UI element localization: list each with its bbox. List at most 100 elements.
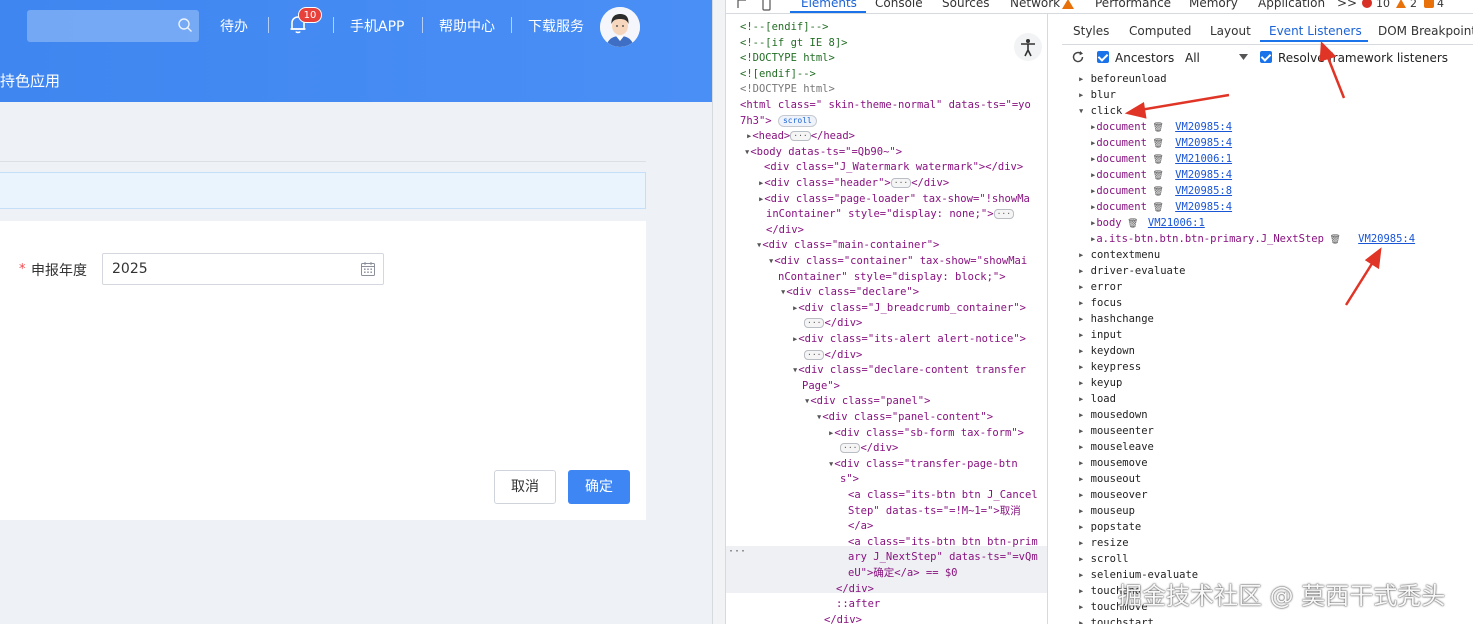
- dom-head-node[interactable]: ▸<head> ··· </head>: [746, 129, 855, 145]
- dom-div-node[interactable]: </div>: [836, 582, 874, 598]
- expand-triangle-icon[interactable]: ▸: [1078, 89, 1091, 101]
- click-listener-row[interactable]: ▸document 🗑 VM20985:8: [1090, 185, 1232, 197]
- click-listener-row[interactable]: ▸document 🗑 VM20985:4: [1090, 121, 1232, 133]
- dom-html-node[interactable]: 7h3"> scroll: [740, 114, 817, 130]
- tab-memory[interactable]: Memory: [1189, 0, 1238, 10]
- dom-div-node[interactable]: </div>: [824, 613, 862, 624]
- listener-source-link[interactable]: VM20985:4: [1175, 201, 1232, 213]
- expand-triangle-icon[interactable]: ▸: [1078, 281, 1091, 293]
- dom-doctype-line[interactable]: <!DOCTYPE html>: [740, 82, 835, 98]
- expand-triangle-icon[interactable]: ▸: [1078, 425, 1091, 437]
- expand-triangle-icon[interactable]: ▸: [1078, 377, 1091, 389]
- dom-div-node[interactable]: ▸<div class="header"> ··· </div>: [758, 176, 949, 192]
- expand-triangle-icon[interactable]: ▸: [1078, 313, 1091, 325]
- device-toolbar-icon[interactable]: [762, 0, 776, 14]
- event-type-row[interactable]: ▸ error: [1078, 281, 1122, 293]
- ancestors-checkbox[interactable]: [1097, 51, 1109, 63]
- listener-source-link[interactable]: VM20985:4: [1175, 121, 1232, 133]
- event-type-row[interactable]: ▸ mouseenter: [1078, 425, 1154, 437]
- expand-triangle-icon[interactable]: ▸: [1078, 521, 1091, 533]
- header-help-link[interactable]: 帮助中心: [439, 16, 495, 36]
- header-download-link[interactable]: 下载服务: [528, 16, 584, 36]
- event-type-row[interactable]: ▸ mousemove: [1078, 457, 1148, 469]
- event-type-row[interactable]: ▸ mousedown: [1078, 409, 1148, 421]
- dom-comment-line[interactable]: <![endif]-->: [740, 67, 816, 83]
- dom-div-node[interactable]: ▾<div class="declare-content transfer: [792, 363, 1026, 379]
- event-type-row[interactable]: ▸ mouseleave: [1078, 441, 1154, 453]
- tab-computed[interactable]: Computed: [1129, 24, 1191, 38]
- click-listener-row[interactable]: ▸document 🗑 VM21006:1: [1090, 153, 1232, 165]
- event-type-row[interactable]: ▸ scroll: [1078, 553, 1129, 565]
- warning-count[interactable]: 2: [1410, 0, 1417, 10]
- dom-a-node-selected[interactable]: eU">确定</a> == $0: [848, 566, 958, 582]
- dom-div-node[interactable]: inContainer" style="display: none;"> ···: [766, 207, 1015, 223]
- listener-source-link[interactable]: VM20985:4: [1358, 233, 1415, 245]
- event-type-row[interactable]: ▸ focus: [1078, 297, 1122, 309]
- devtools-resize-handle[interactable]: [712, 0, 726, 624]
- trash-icon[interactable]: 🗑: [1324, 235, 1346, 245]
- expand-triangle-icon[interactable]: ▸: [1078, 601, 1091, 613]
- event-type-row[interactable]: ▾ click: [1078, 105, 1122, 117]
- trash-icon[interactable]: 🗑: [1147, 187, 1169, 197]
- event-type-row[interactable]: ▸ mouseover: [1078, 489, 1148, 501]
- header-search-input[interactable]: [27, 10, 199, 42]
- dom-body-node[interactable]: ▾<body datas-ts="=Qb90~">: [744, 145, 902, 161]
- tab-console[interactable]: Console: [875, 0, 923, 10]
- year-value[interactable]: 2025: [112, 261, 148, 277]
- trash-icon[interactable]: 🗑: [1147, 171, 1169, 181]
- event-type-row[interactable]: ▸ keypress: [1078, 361, 1141, 373]
- collapsed-ellipsis-icon[interactable]: ···: [840, 443, 861, 454]
- expand-triangle-icon[interactable]: ▸: [1078, 297, 1091, 309]
- collapsed-ellipsis-icon[interactable]: ···: [804, 349, 825, 360]
- expand-triangle-icon[interactable]: ▸: [1078, 537, 1091, 549]
- click-listener-row[interactable]: ▸a.its-btn.btn.btn-primary.J_NextStep 🗑 …: [1090, 233, 1415, 245]
- node-actions-dots[interactable]: ···: [728, 546, 746, 557]
- click-listener-row[interactable]: ▸document 🗑 VM20985:4: [1090, 169, 1232, 181]
- event-type-row[interactable]: ▸ keyup: [1078, 377, 1122, 389]
- dom-div-node[interactable]: ▾<div class="container" tax-show="showMa…: [768, 254, 1027, 270]
- expand-triangle-icon[interactable]: ▸: [1078, 489, 1091, 501]
- dom-div-node[interactable]: s">: [840, 472, 859, 488]
- listener-source-link[interactable]: VM20985:8: [1175, 185, 1232, 197]
- event-type-row[interactable]: ▸ input: [1078, 329, 1122, 341]
- click-listener-row[interactable]: ▸document 🗑 VM20985:4: [1090, 137, 1232, 149]
- event-type-row[interactable]: ▸ driver-evaluate: [1078, 265, 1185, 277]
- trash-icon[interactable]: 🗑: [1147, 155, 1169, 165]
- dom-comment-line[interactable]: <!--[if gt IE 8]>: [740, 36, 847, 52]
- tab-styles[interactable]: Styles: [1073, 24, 1109, 38]
- listener-source-link[interactable]: VM20985:4: [1175, 137, 1232, 149]
- expand-triangle-icon[interactable]: ▸: [1078, 617, 1091, 624]
- expand-triangle-icon[interactable]: ▸: [1078, 409, 1091, 421]
- dom-div-node[interactable]: </div>: [766, 223, 804, 239]
- tab-dom-breakpoints[interactable]: DOM Breakpoints: [1378, 24, 1473, 38]
- click-listener-row[interactable]: ▸body 🗑 VM21006:1: [1090, 217, 1205, 229]
- click-listener-row[interactable]: ▸document 🗑 VM20985:4: [1090, 201, 1232, 213]
- collapsed-ellipsis-icon[interactable]: ···: [804, 318, 825, 329]
- listener-source-link[interactable]: VM20985:4: [1175, 169, 1232, 181]
- collapse-triangle-icon[interactable]: ▾: [1078, 105, 1091, 117]
- dom-pseudo-node[interactable]: ::after: [836, 597, 880, 613]
- dom-a-node[interactable]: </a>: [848, 519, 873, 535]
- dom-div-node[interactable]: ▾<div class="panel-content">: [816, 410, 993, 426]
- expand-triangle-icon[interactable]: ▸: [1078, 393, 1091, 405]
- event-type-row[interactable]: ▸ mouseout: [1078, 473, 1141, 485]
- refresh-icon[interactable]: [1071, 50, 1085, 64]
- expand-triangle-icon[interactable]: ▸: [1078, 457, 1091, 469]
- dom-div-node[interactable]: <div class="J_Watermark watermark"></div…: [764, 160, 1023, 176]
- tab-application[interactable]: Application: [1258, 0, 1325, 10]
- event-type-row[interactable]: ▸ blur: [1078, 89, 1116, 101]
- calendar-icon[interactable]: [360, 261, 376, 277]
- dom-div-node[interactable]: ▾<div class="panel">: [804, 394, 930, 410]
- expand-triangle-icon[interactable]: ▸: [1078, 585, 1091, 597]
- more-tabs-button[interactable]: >>: [1337, 0, 1357, 10]
- expand-triangle-icon[interactable]: ▸: [1078, 345, 1091, 357]
- dom-div-node[interactable]: Page">: [802, 379, 840, 395]
- dom-div-node[interactable]: ··· </div>: [804, 348, 862, 364]
- expand-triangle-icon[interactable]: ▸: [1078, 265, 1091, 277]
- expand-triangle-icon[interactable]: ▸: [1078, 441, 1091, 453]
- dom-comment-line[interactable]: <!--[endif]-->: [740, 20, 829, 36]
- expand-triangle-icon[interactable]: ▸: [1078, 569, 1091, 581]
- dom-div-node[interactable]: nContainer" style="display: block;">: [778, 270, 1006, 286]
- event-type-row[interactable]: ▸ beforeunload: [1078, 73, 1167, 85]
- collapsed-ellipsis-icon[interactable]: ···: [890, 178, 912, 188]
